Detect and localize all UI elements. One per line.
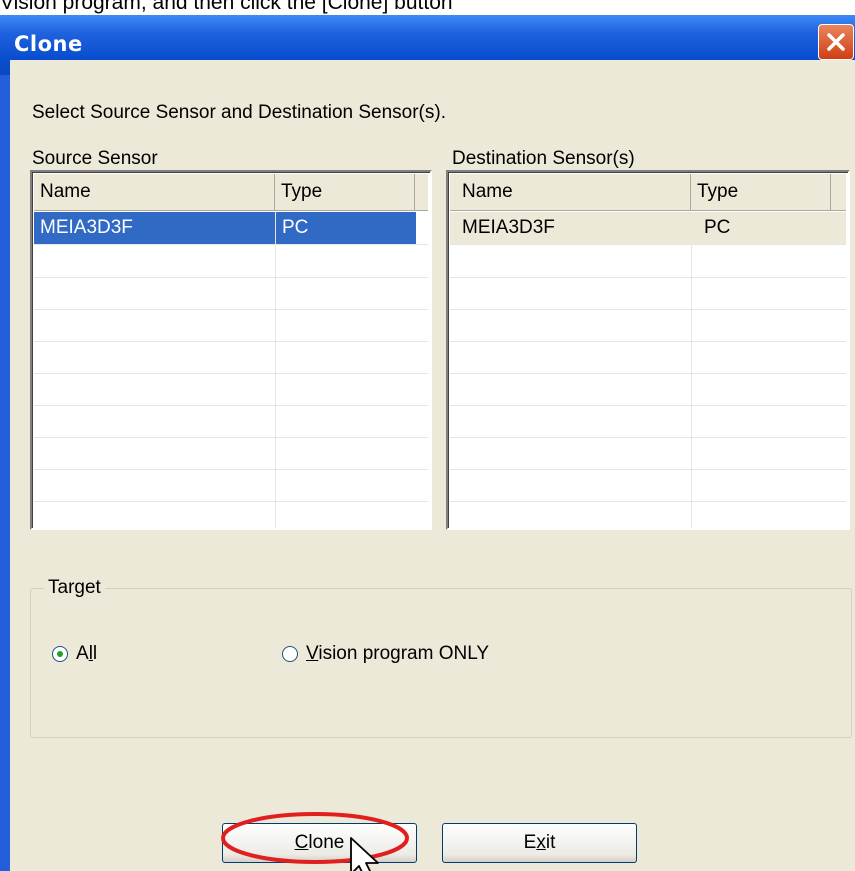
source-row-name: MEIA3D3F (34, 212, 275, 244)
target-group-label: Target (44, 577, 105, 599)
destination-sensor-label: Destination Sensor(s) (452, 148, 635, 169)
destination-row-type: PC (704, 217, 731, 238)
source-col-name[interactable]: Name (34, 174, 275, 210)
list-row-empty (34, 277, 428, 310)
destination-list-header: Name Type (450, 174, 846, 211)
list-row-empty (450, 277, 846, 310)
list-row-empty (34, 341, 428, 374)
source-row[interactable]: MEIA3D3F PC (34, 212, 428, 245)
list-row-empty (34, 373, 428, 406)
radio-vision-circle[interactable] (282, 646, 298, 662)
source-row-type: PC (276, 212, 416, 244)
dialog-body: Select Source Sensor and Destination Sen… (10, 60, 855, 871)
list-row-empty (450, 373, 846, 406)
radio-vision-label: Vision program ONLY (306, 643, 490, 664)
list-row-empty (450, 309, 846, 342)
exit-button-label: Exit (523, 832, 556, 853)
instruction-text: Select Source Sensor and Destination Sen… (32, 102, 446, 123)
destination-sensor-list[interactable]: Name Type MEIA3D3F PC (446, 170, 850, 530)
list-row-empty (34, 469, 428, 502)
list-row-empty (34, 501, 428, 528)
caption-text: Vision program, and then click the [Clon… (0, 0, 453, 14)
destination-row-name: MEIA3D3F (462, 217, 555, 238)
radio-all-label: All (76, 643, 98, 664)
list-row-empty (450, 437, 846, 470)
source-sensor-label: Source Sensor (32, 148, 158, 169)
radio-all[interactable]: All (52, 643, 172, 665)
radio-checked-dot (57, 651, 63, 657)
list-row-empty (450, 469, 846, 502)
destination-row[interactable]: MEIA3D3F PC (450, 212, 846, 245)
clone-dialog: Clone Select Source Sensor and Destinati… (0, 15, 855, 871)
mouse-cursor-icon (350, 837, 379, 871)
close-button[interactable] (818, 24, 854, 60)
destination-col-name[interactable]: Name (450, 174, 691, 210)
list-row-empty (450, 341, 846, 374)
source-sensor-list[interactable]: Name Type MEIA3D3F PC (30, 170, 432, 530)
destination-col-type[interactable]: Type (691, 174, 831, 210)
close-icon (827, 33, 845, 51)
list-row-empty (450, 405, 846, 438)
list-row-empty (34, 309, 428, 342)
dialog-title: Clone (14, 32, 83, 56)
radio-vision-program-only[interactable]: Vision program ONLY (282, 643, 602, 665)
list-row-empty (34, 405, 428, 438)
source-list-header: Name Type (34, 174, 428, 211)
list-row-empty (34, 245, 428, 278)
exit-button[interactable]: Exit (442, 823, 637, 863)
source-col-type[interactable]: Type (275, 174, 415, 210)
radio-all-circle[interactable] (52, 646, 68, 662)
list-row-empty (450, 245, 846, 278)
list-row-empty (450, 501, 846, 528)
list-row-empty (34, 437, 428, 470)
